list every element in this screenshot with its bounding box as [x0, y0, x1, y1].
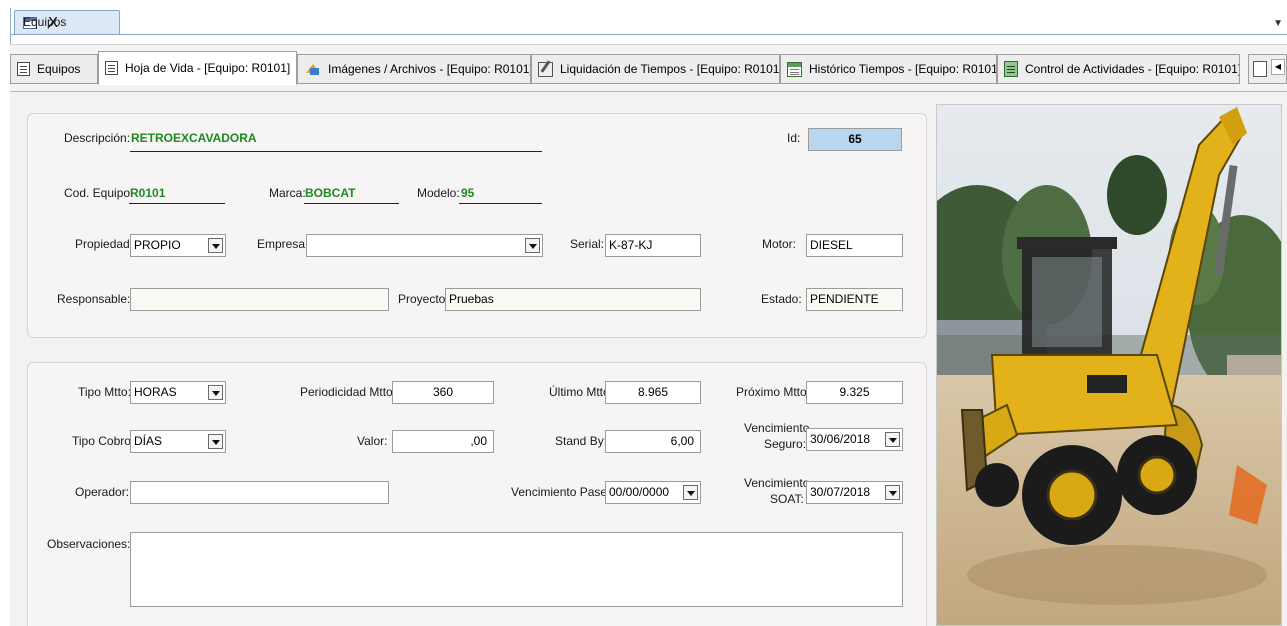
cod-equipo-value: R0101 [130, 186, 166, 200]
document-tab-strip: Equipos X ▼ [0, 0, 1287, 626]
estado-label: Estado: [761, 292, 802, 306]
stand-by-input[interactable]: 6,00 [605, 430, 701, 453]
marca-underline [304, 203, 399, 204]
tipo-mtto-dropdown-icon[interactable] [208, 385, 223, 400]
observaciones-label: Observaciones: [47, 537, 131, 551]
periodicidad-label: Periodicidad Mtto: [300, 385, 397, 399]
tab-label: Liquidación de Tiempos - [Equipo: R0101] [560, 62, 780, 76]
scroll-left-icon[interactable]: ◀ [1271, 59, 1285, 75]
vencimiento-pase-dropdown-icon[interactable] [683, 485, 698, 500]
descripcion-label: Descripción: [64, 131, 131, 145]
ultimo-mtto-label: Último Mtto: [549, 385, 614, 399]
vencimiento-soat-label-2: SOAT: [770, 492, 804, 506]
proyecto-label: Proyecto: [398, 292, 449, 306]
descripcion-value: RETROEXCAVADORA [131, 131, 257, 145]
id-label: Id: [787, 131, 801, 145]
cod-equipo-underline [129, 203, 225, 204]
vencimiento-soat-label-1: Vencimiento [744, 476, 810, 490]
tipo-cobro-select-value: DÍAS [134, 434, 163, 448]
tab-scroll-buttons[interactable]: ◀ [1248, 54, 1287, 84]
document-tab-equipos[interactable]: Equipos X [14, 10, 120, 34]
periodicidad-input[interactable]: 360 [392, 381, 494, 404]
observaciones-textarea[interactable] [130, 532, 903, 607]
motor-input[interactable]: DIESEL [806, 234, 903, 257]
id-field: 65 [808, 128, 902, 151]
vencimiento-seguro-label-2: Seguro: [764, 437, 807, 451]
tipo-mtto-label: Tipo Mtto: [78, 385, 131, 399]
equipment-photo [936, 104, 1282, 626]
empresa-select[interactable] [306, 234, 543, 257]
operador-label: Operador: [75, 485, 130, 499]
empresa-dropdown-icon[interactable] [525, 238, 540, 253]
tipo-cobro-dropdown-icon[interactable] [208, 434, 223, 449]
valor-input[interactable]: ,00 [392, 430, 494, 453]
estado-input[interactable]: PENDIENTE [806, 288, 903, 311]
operador-input[interactable] [130, 481, 389, 504]
list-icon [17, 62, 30, 76]
descripcion-underline [130, 151, 542, 152]
motor-label: Motor: [762, 237, 797, 251]
tab-imagenes-archivos[interactable]: Imágenes / Archivos - [Equipo: R0101] [297, 54, 531, 84]
tab-overflow-arrow-icon[interactable]: ▼ [1273, 18, 1283, 29]
tab-strip-divider [10, 34, 1287, 35]
edit-icon [538, 61, 553, 77]
checklist-icon [1004, 61, 1018, 77]
tab-label: Equipos [37, 62, 81, 76]
ultimo-mtto-input[interactable]: 8.965 [605, 381, 701, 404]
vencimiento-soat-dropdown-icon[interactable] [885, 485, 900, 500]
proyecto-input[interactable]: Pruebas [445, 288, 701, 311]
vencimiento-pase-value: 00/00/0000 [609, 485, 670, 499]
propiedad-label: Propiedad: [75, 237, 134, 251]
vencimiento-seguro-label-1: Vencimiento [744, 421, 810, 435]
marca-label: Marca: [269, 186, 306, 200]
vencimiento-seguro-value: 30/06/2018 [810, 432, 871, 446]
tab-historico-tiempos[interactable]: Histórico Tiempos - [Equipo: R0101] [780, 54, 997, 84]
propiedad-dropdown-icon[interactable] [208, 238, 223, 253]
calendar-icon [787, 61, 802, 77]
modelo-label: Modelo: [417, 186, 460, 200]
vencimiento-seguro-dropdown-icon[interactable] [885, 432, 900, 447]
propiedad-select-value: PROPIO [134, 238, 181, 252]
vencimiento-pase-label: Vencimiento Pase: [511, 485, 611, 499]
marca-value: BOBCAT [305, 186, 356, 200]
tab-label: Imágenes / Archivos - [Equipo: R0101] [328, 62, 531, 76]
valor-label: Valor: [357, 434, 388, 448]
tipo-cobro-label: Tipo Cobro: [72, 434, 135, 448]
document-list-icon [105, 61, 118, 75]
proximo-mtto-input[interactable]: 9.325 [806, 381, 903, 404]
tab-label: Histórico Tiempos - [Equipo: R0101] [809, 62, 997, 76]
tipo-mtto-select-value: HORAS [134, 385, 177, 399]
serial-label: Serial: [570, 237, 605, 251]
record-tab-bar: Equipos Hoja de Vida - [Equipo: R0101] I… [10, 44, 1287, 92]
modelo-underline [459, 203, 542, 204]
responsable-input[interactable] [130, 288, 389, 311]
cod-equipo-label: Cod. Equipo: [64, 186, 134, 200]
proximo-mtto-label: Próximo Mtto: [736, 385, 811, 399]
serial-input[interactable]: K-87-KJ [605, 234, 701, 257]
tab-label: Hoja de Vida - [Equipo: R0101] [125, 61, 291, 75]
modelo-value: 95 [461, 186, 475, 200]
tab-label: Control de Actividades - [Equipo: R0101] [1025, 62, 1240, 76]
tab-liquidacion-tiempos[interactable]: Liquidación de Tiempos - [Equipo: R0101] [531, 54, 780, 84]
responsable-label: Responsable: [57, 292, 131, 306]
tab-equipos[interactable]: Equipos [10, 54, 98, 84]
empresa-label: Empresa: [257, 237, 309, 251]
vencimiento-soat-value: 30/07/2018 [810, 485, 871, 499]
tab-control-actividades[interactable]: Control de Actividades - [Equipo: R0101] [997, 54, 1240, 84]
image-folder-icon [304, 62, 321, 76]
tab-hoja-de-vida[interactable]: Hoja de Vida - [Equipo: R0101] [98, 51, 297, 85]
window-icon [1253, 61, 1267, 77]
stand-by-label: Stand By: [555, 434, 608, 448]
document-tab-label: Equipos [23, 15, 67, 29]
backhoe-illustration [937, 105, 1281, 625]
